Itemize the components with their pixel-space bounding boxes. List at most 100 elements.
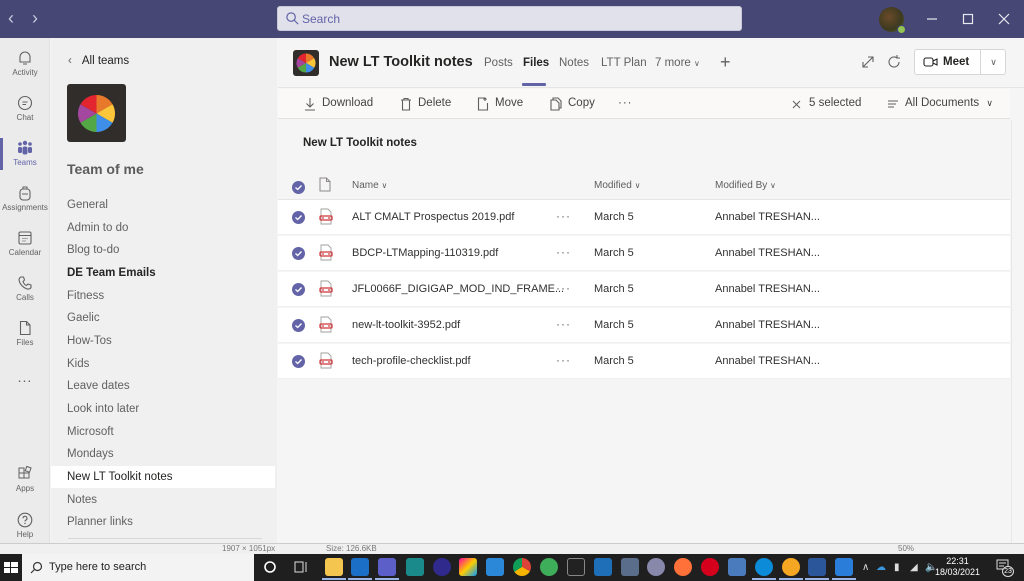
table-row[interactable]: BDCP-LTMapping-110319.pdf ··· March 5 An… bbox=[278, 236, 1010, 271]
meet-dropdown-chevron-icon[interactable]: ∨ bbox=[981, 50, 1006, 74]
rail-item-apps[interactable]: Apps bbox=[0, 458, 50, 504]
rail-item-teams[interactable]: Teams bbox=[0, 132, 50, 178]
channel-item[interactable]: Microsoft bbox=[51, 421, 275, 443]
tools-icon[interactable] bbox=[594, 558, 612, 576]
row-checkbox[interactable] bbox=[292, 319, 305, 332]
row-checkbox[interactable] bbox=[292, 355, 305, 368]
battery-icon[interactable]: ▮ bbox=[894, 562, 900, 573]
channel-item[interactable]: Planner links bbox=[51, 511, 275, 533]
close-icon[interactable] bbox=[993, 8, 1015, 30]
row-more-options[interactable]: ··· bbox=[556, 353, 571, 367]
channel-item[interactable]: DE Team Emails bbox=[51, 262, 275, 284]
file-explorer-icon[interactable] bbox=[322, 558, 346, 580]
column-header-name[interactable]: Name ∨ bbox=[352, 180, 387, 191]
file-name[interactable]: tech-profile-checklist.pdf bbox=[352, 355, 471, 367]
delete-button[interactable]: Delete bbox=[401, 97, 451, 111]
app-icon[interactable] bbox=[779, 558, 803, 580]
table-row[interactable]: JFL0066F_DIGIGAP_MOD_IND_FRAME... ··· Ma… bbox=[278, 272, 1010, 307]
maximize-icon[interactable] bbox=[957, 8, 979, 30]
taskbar-search-input[interactable]: Type here to search bbox=[22, 554, 254, 581]
tab-files[interactable]: Files bbox=[523, 57, 549, 69]
file-name[interactable]: new-lt-toolkit-3952.pdf bbox=[352, 319, 460, 331]
app-icon[interactable] bbox=[540, 558, 558, 576]
column-header-modified[interactable]: Modified ∨ bbox=[594, 180, 640, 191]
file-name[interactable]: ALT CMALT Prospectus 2019.pdf bbox=[352, 211, 514, 223]
view-selector[interactable]: All Documents ∨ bbox=[888, 97, 993, 109]
more-commands-button[interactable]: ··· bbox=[618, 97, 633, 109]
photos-icon[interactable] bbox=[832, 558, 856, 580]
task-view-icon[interactable] bbox=[292, 558, 310, 576]
firefox-icon[interactable] bbox=[674, 558, 692, 576]
remote-desktop-icon[interactable] bbox=[728, 558, 746, 576]
channel-item[interactable]: Look into later bbox=[51, 398, 275, 420]
channel-item[interactable]: Fitness bbox=[51, 285, 275, 307]
notification-center-icon[interactable]: 23 bbox=[996, 559, 1014, 577]
scrollbar[interactable] bbox=[1011, 120, 1024, 543]
show-hidden-icons-chevron-icon[interactable]: ∧ bbox=[862, 562, 869, 573]
user-avatar[interactable] bbox=[879, 7, 906, 34]
outlook-icon[interactable] bbox=[348, 558, 372, 580]
word-icon[interactable] bbox=[805, 558, 829, 580]
forward-arrow-icon[interactable]: › bbox=[32, 9, 38, 27]
table-row[interactable]: new-lt-toolkit-3952.pdf ··· March 5 Anna… bbox=[278, 308, 1010, 343]
row-more-options[interactable]: ··· bbox=[556, 281, 571, 295]
channel-item[interactable]: Kids bbox=[51, 353, 275, 375]
search-input[interactable]: Search bbox=[277, 6, 742, 31]
edge-icon[interactable] bbox=[752, 558, 776, 580]
app-icon[interactable] bbox=[459, 558, 477, 576]
channel-item[interactable]: Mondays bbox=[51, 443, 275, 465]
chrome-icon[interactable] bbox=[513, 558, 531, 576]
move-button[interactable]: Move bbox=[477, 97, 523, 111]
channel-item[interactable]: Gaelic bbox=[51, 307, 275, 329]
paint-icon[interactable] bbox=[647, 558, 665, 576]
column-header-modified-by[interactable]: Modified By ∨ bbox=[715, 180, 776, 191]
row-more-options[interactable]: ··· bbox=[556, 209, 571, 223]
rail-item-files[interactable]: Files bbox=[0, 312, 50, 358]
file-name[interactable]: BDCP-LTMapping-110319.pdf bbox=[352, 247, 498, 259]
file-name[interactable]: JFL0066F_DIGIGAP_MOD_IND_FRAME... bbox=[352, 283, 564, 295]
tab-ltt-plan[interactable]: LTT Plan bbox=[601, 57, 647, 69]
rail-item-chat[interactable]: Chat bbox=[0, 87, 50, 133]
wifi-icon[interactable]: ◢ bbox=[910, 562, 918, 573]
rail-item-more[interactable]: ... bbox=[0, 363, 50, 409]
windows-start-icon[interactable] bbox=[0, 554, 22, 581]
channel-item[interactable]: Admin to do bbox=[51, 217, 275, 239]
row-more-options[interactable]: ··· bbox=[556, 245, 571, 259]
onedrive-icon[interactable]: ☁ bbox=[876, 562, 886, 573]
refresh-icon[interactable] bbox=[885, 53, 903, 71]
channel-item[interactable]: Blog to-do bbox=[51, 239, 275, 261]
calendar-app-icon[interactable] bbox=[486, 558, 504, 576]
expand-icon[interactable] bbox=[859, 53, 877, 71]
opera-icon[interactable] bbox=[701, 558, 719, 576]
row-checkbox[interactable] bbox=[292, 247, 305, 260]
channel-item[interactable]: Leave dates bbox=[51, 375, 275, 397]
calculator-icon[interactable] bbox=[621, 558, 639, 576]
download-button[interactable]: Download bbox=[305, 97, 373, 111]
tab-posts[interactable]: Posts bbox=[484, 57, 513, 69]
table-row[interactable]: tech-profile-checklist.pdf ··· March 5 A… bbox=[278, 344, 1010, 379]
terminal-icon[interactable] bbox=[567, 558, 585, 576]
channel-item-active[interactable]: New LT Toolkit notes bbox=[51, 466, 275, 488]
add-tab-icon[interactable]: + bbox=[720, 52, 731, 73]
copy-button[interactable]: Copy bbox=[550, 97, 595, 111]
app-icon[interactable] bbox=[433, 558, 451, 576]
select-all-checkbox[interactable] bbox=[292, 181, 305, 194]
row-checkbox[interactable] bbox=[292, 283, 305, 296]
rail-item-calls[interactable]: Calls bbox=[0, 267, 50, 313]
row-checkbox[interactable] bbox=[292, 211, 305, 224]
meet-button[interactable]: Meet bbox=[915, 50, 980, 74]
clear-selection-button[interactable]: 5 selected bbox=[792, 97, 861, 109]
rail-item-calendar[interactable]: Calendar bbox=[0, 222, 50, 268]
channel-item[interactable]: General bbox=[51, 194, 275, 216]
app-icon[interactable] bbox=[406, 558, 424, 576]
cortana-icon[interactable] bbox=[261, 558, 279, 576]
system-clock[interactable]: 22:31 18/03/2021 bbox=[935, 556, 980, 578]
rail-item-activity[interactable]: Activity bbox=[0, 42, 50, 88]
tab-more[interactable]: 7 more ∨ bbox=[655, 57, 700, 69]
channel-item[interactable]: How-Tos bbox=[51, 330, 275, 352]
table-row[interactable]: ALT CMALT Prospectus 2019.pdf ··· March … bbox=[278, 200, 1010, 235]
channel-item[interactable]: Notes bbox=[51, 489, 275, 511]
teams-taskbar-icon[interactable] bbox=[375, 558, 399, 580]
tab-notes[interactable]: Notes bbox=[559, 57, 589, 69]
row-more-options[interactable]: ··· bbox=[556, 317, 571, 331]
